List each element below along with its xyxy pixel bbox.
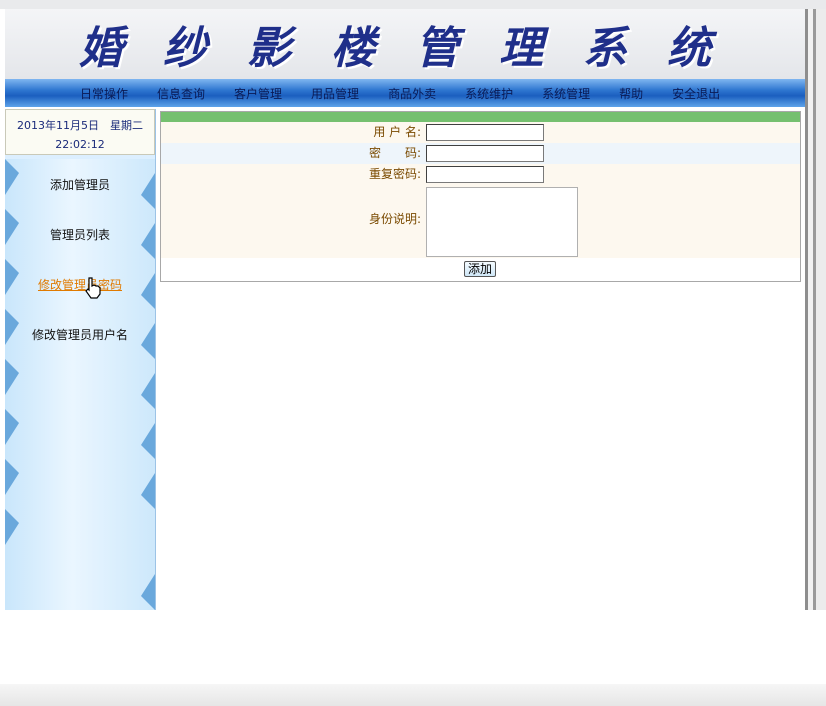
username-input[interactable] (426, 124, 544, 141)
description-textarea[interactable] (426, 187, 578, 257)
repeat-password-row: 重复密码: (161, 164, 800, 185)
app-window: 婚纱影楼管理系统 日常操作 信息查询 客户管理 用品管理 商品外卖 系统维护 系… (0, 0, 826, 610)
nav-system-mgmt[interactable]: 系统管理 (542, 85, 590, 102)
description-label: 身份说明: (368, 212, 421, 226)
top-nav: 日常操作 信息查询 客户管理 用品管理 商品外卖 系统维护 系统管理 帮助 安全… (5, 79, 805, 107)
hand-cursor-icon (85, 277, 101, 299)
sidebar-item-label: 修改管理员密码 (37, 277, 122, 292)
repeat-password-label: 重复密码: (368, 167, 421, 181)
sidebar-item-label: 修改管理员用户名 (31, 327, 128, 342)
sidebar-item-label: 管理员列表 (49, 227, 110, 242)
nav-info-query[interactable]: 信息查询 (157, 85, 205, 102)
repeat-password-input[interactable] (426, 166, 544, 183)
submit-row: 添加 (161, 258, 800, 280)
add-button[interactable]: 添加 (464, 261, 496, 277)
password-input[interactable] (426, 145, 544, 162)
system-title: 婚纱影楼管理系统 (79, 23, 751, 74)
admin-form-panel: 用 户 名: 密 码: 重复密码: 身份说明: 添加 (160, 111, 801, 282)
bottom-strip (0, 684, 826, 706)
nav-system-maintenance[interactable]: 系统维护 (465, 85, 513, 102)
nav-logout[interactable]: 安全退出 (672, 85, 720, 102)
panel-header-bar (161, 112, 800, 122)
sidebar-item-empty (5, 459, 155, 509)
sidebar-item-change-username[interactable]: 修改管理员用户名 (5, 309, 155, 359)
sidebar-item-admin-list[interactable]: 管理员列表 (5, 209, 155, 259)
username-row: 用 户 名: (161, 122, 800, 143)
description-row: 身份说明: (161, 185, 800, 258)
header-banner: 婚纱影楼管理系统 (5, 9, 805, 79)
top-strip (0, 0, 826, 9)
date-time-box: 2013年11月5日 星期二 22:02:12 (5, 109, 155, 155)
username-label: 用 户 名: (373, 125, 421, 139)
nav-help[interactable]: 帮助 (619, 85, 643, 102)
sidebar-item-change-password[interactable]: 修改管理员密码 (5, 259, 155, 309)
sidebar-item-empty (5, 409, 155, 459)
sidebar-item-label: 添加管理员 (49, 177, 110, 192)
current-date: 2013年11月5日 星期二 (17, 119, 143, 132)
sidebar: 2013年11月5日 星期二 22:02:12 添加管理员 管理员列表 修改管理… (5, 109, 156, 610)
window-scrollbar[interactable] (805, 9, 826, 610)
password-label: 密 码: (368, 146, 421, 160)
nav-goods-sales[interactable]: 商品外卖 (388, 85, 436, 102)
sidebar-item-add-admin[interactable]: 添加管理员 (5, 159, 155, 209)
sidebar-item-empty (5, 359, 155, 409)
nav-supplies-mgmt[interactable]: 用品管理 (311, 85, 359, 102)
password-row: 密 码: (161, 143, 800, 164)
current-time: 22:02:12 (55, 138, 105, 151)
nav-customer-mgmt[interactable]: 客户管理 (234, 85, 282, 102)
nav-daily-ops[interactable]: 日常操作 (80, 85, 128, 102)
sidebar-item-empty (5, 509, 155, 610)
